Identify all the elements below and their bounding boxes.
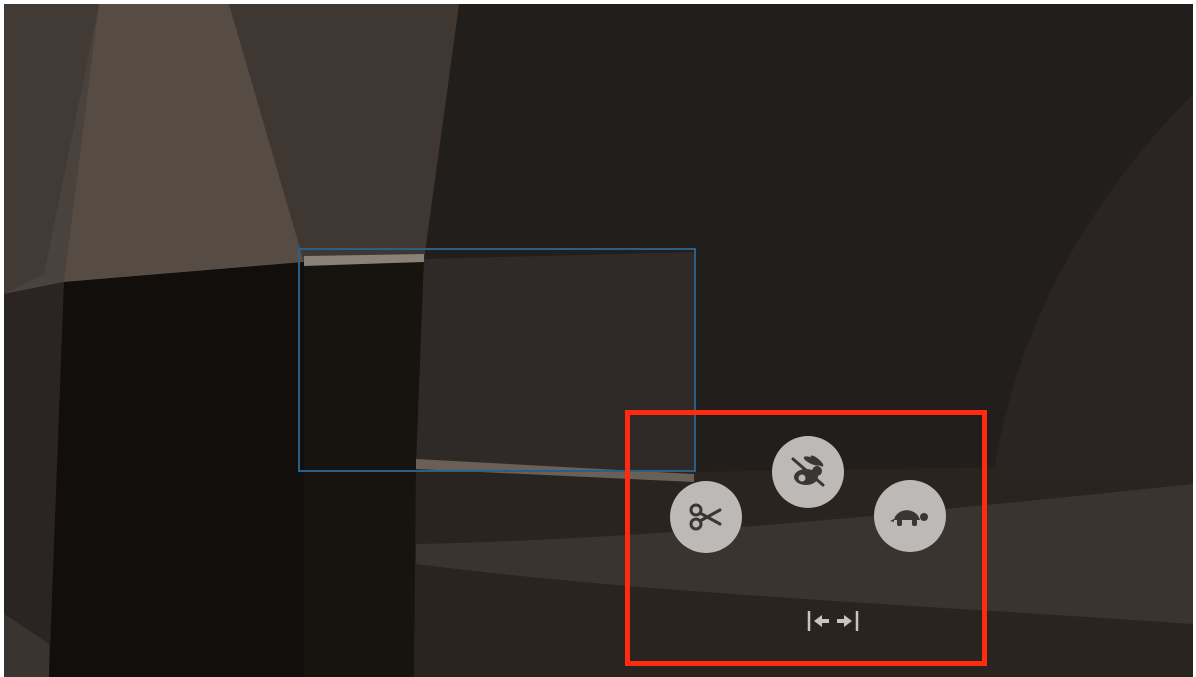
slow-down-button[interactable] <box>874 480 946 552</box>
expand-horizontal-icon[interactable] <box>806 607 860 635</box>
scissors-icon <box>689 503 722 531</box>
cut-button[interactable] <box>670 481 742 553</box>
turtle-icon <box>890 510 928 526</box>
rabbit-icon <box>791 455 825 487</box>
speed-up-button[interactable] <box>772 436 844 508</box>
video-canvas <box>4 4 1193 677</box>
